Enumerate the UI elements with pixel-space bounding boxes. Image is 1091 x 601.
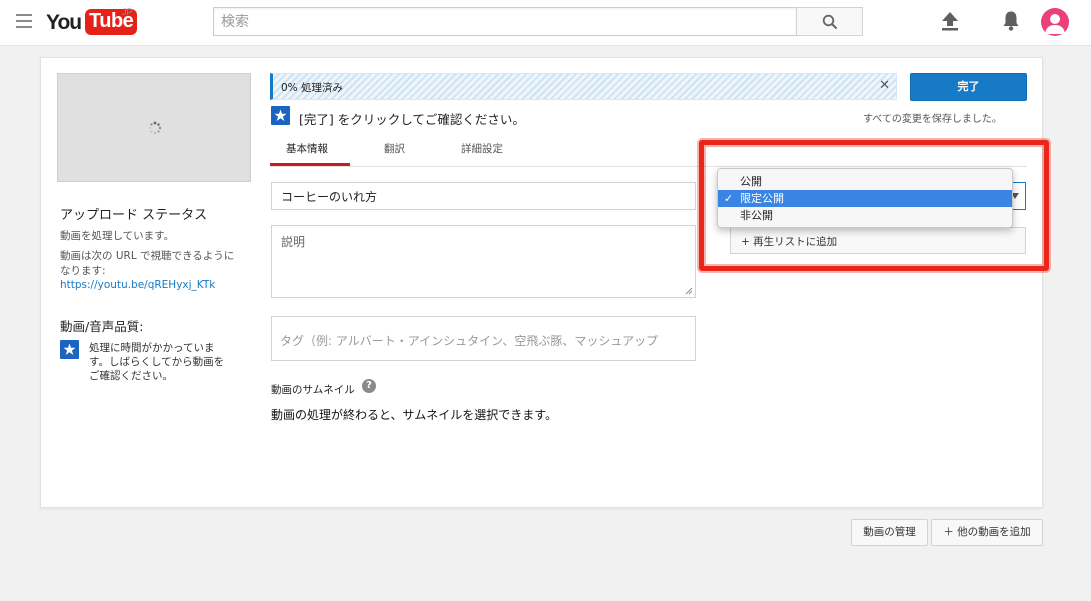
description-textarea[interactable]: 説明 xyxy=(271,225,696,298)
quality-note-line3: ご確認ください。 xyxy=(89,370,173,382)
url-info-line2: なります: xyxy=(60,265,106,277)
upload-status-title: アップロード ステータス xyxy=(60,208,208,223)
info-star-icon xyxy=(60,340,79,359)
tags-input[interactable]: タグ（例: アルバート・アインシュタイン、空飛ぶ豚、マッシュアップ xyxy=(271,316,696,361)
search-button[interactable] xyxy=(796,7,863,36)
highlight-annotation-box xyxy=(699,140,1049,271)
logo-you: You xyxy=(46,11,82,34)
loading-spinner-icon xyxy=(149,121,162,134)
thumbnail-note: 動画の処理が終わると、サムネイルを選択できます。 xyxy=(271,408,558,422)
avatar[interactable] xyxy=(1041,8,1069,36)
url-info-line1: 動画は次の URL で視聴できるように xyxy=(60,250,235,262)
top-bar: You Tube JP xyxy=(0,0,1091,46)
tab-translation[interactable]: 翻訳 xyxy=(384,141,405,156)
quality-note-line2: す。しばらくしてから動画を xyxy=(89,356,225,368)
help-icon[interactable]: ? xyxy=(362,379,376,393)
resize-grip-icon[interactable] xyxy=(685,287,693,295)
progress-text: 0% 処理済み xyxy=(281,82,343,94)
tab-basic-info[interactable]: 基本情報 xyxy=(286,141,328,156)
info-star-icon xyxy=(271,106,290,125)
active-tab-indicator xyxy=(270,163,350,166)
done-button[interactable]: 完了 xyxy=(910,73,1027,101)
notifications-bell-icon[interactable] xyxy=(1002,10,1020,32)
quality-title: 動画/音声品質: xyxy=(60,319,144,334)
title-input[interactable]: コーヒーのいれ方 xyxy=(271,182,696,210)
user-silhouette-icon xyxy=(1045,14,1065,34)
video-thumbnail-placeholder xyxy=(57,73,251,182)
search-input[interactable] xyxy=(214,8,796,35)
upload-icon[interactable] xyxy=(941,11,959,31)
search-icon xyxy=(822,14,838,30)
confirm-message: [完了] をクリックしてご確認ください。 xyxy=(299,112,525,127)
description-placeholder: 説明 xyxy=(281,235,306,249)
video-url-link[interactable]: https://youtu.be/qREHyxj_KTk xyxy=(60,279,215,291)
logo-region: JP xyxy=(122,7,133,17)
tab-advanced-settings[interactable]: 詳細設定 xyxy=(461,141,503,156)
cancel-upload-icon[interactable]: ✕ xyxy=(879,78,890,93)
quality-note-line1: 処理に時間がかかっていま xyxy=(89,342,215,354)
menu-icon[interactable] xyxy=(16,14,32,30)
thumbnail-label: 動画のサムネイル xyxy=(271,384,355,396)
add-more-videos-button[interactable]: ＋ 他の動画を追加 xyxy=(931,519,1043,546)
processing-text: 動画を処理しています。 xyxy=(60,230,175,242)
search-box xyxy=(213,7,797,36)
saved-status: すべての変更を保存しました。 xyxy=(863,114,1002,125)
upload-progress-bar: 0% 処理済み ✕ xyxy=(270,73,897,100)
manage-videos-button[interactable]: 動画の管理 xyxy=(851,519,928,546)
